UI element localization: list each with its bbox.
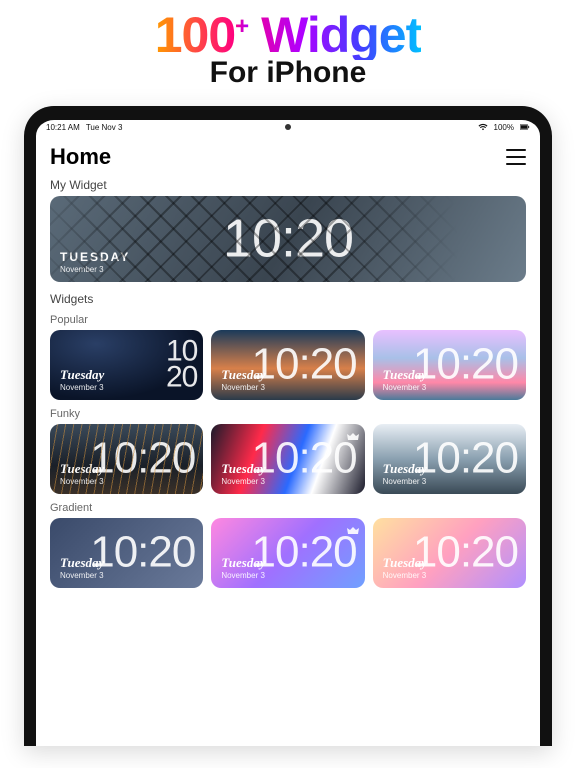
widget-clock: 10:20 [223,215,353,264]
subsection-gradient: Gradient [50,502,526,514]
status-battery-text: 100% [494,123,514,132]
status-bar: 10:21 AM Tue Nov 3 100% [36,120,540,134]
widget-gradient-1[interactable]: 10:20 TuesdayNovember 3 [50,518,203,588]
page-title: Home [50,144,111,170]
status-time: 10:21 AM [46,123,80,132]
widget-funky-2[interactable]: 10:20 TuesdayNovember 3 [211,424,364,494]
wifi-icon [478,123,488,131]
promo-word: Widget [248,7,421,63]
subsection-funky: Funky [50,408,526,420]
section-my-widget: My Widget [50,178,526,192]
device-frame: 10:21 AM Tue Nov 3 100% Home My Widget 1… [24,106,552,746]
widget-date: November 3 [60,265,130,274]
hamburger-icon [506,149,526,151]
row-gradient: 10:20 TuesdayNovember 3 10:20 TuesdayNov… [50,518,526,588]
widget-gradient-3[interactable]: 10:20 TuesdayNovember 3 [373,518,526,588]
subsection-popular: Popular [50,314,526,326]
status-date: Tue Nov 3 [86,123,123,132]
widget-funky-1[interactable]: 10:20 TuesdayNovember 3 [50,424,203,494]
widget-popular-1[interactable]: 1020 TuesdayNovember 3 [50,330,203,400]
row-popular: 1020 TuesdayNovember 3 10:20 TuesdayNove… [50,330,526,400]
row-funky: 10:20 TuesdayNovember 3 10:20 TuesdayNov… [50,424,526,494]
widget-popular-3[interactable]: 10:20 TuesdayNovember 3 [373,330,526,400]
my-widget-card[interactable]: 10:20 TUESDAY November 3 [50,196,526,282]
widget-popular-2[interactable]: 10:20 TuesdayNovember 3 [211,330,364,400]
promo-plus: + [235,13,248,40]
widget-day: TUESDAY [60,251,130,263]
widget-clock: 1020 [166,338,197,389]
section-widgets: Widgets [50,292,526,306]
widget-funky-3[interactable]: 10:20 TuesdayNovember 3 [373,424,526,494]
app-screen: Home My Widget 10:20 TUESDAY November 3 … [36,134,540,588]
widget-gradient-2[interactable]: 10:20 TuesdayNovember 3 [211,518,364,588]
promo-number: 100 [155,7,235,63]
battery-icon [520,123,530,131]
menu-button[interactable] [506,149,526,165]
widget-day-block: TUESDAY November 3 [60,251,130,274]
app-header: Home [50,138,526,172]
promo-header: 100+ Widget For iPhone [0,0,576,94]
promo-title: 100+ Widget [155,10,422,60]
